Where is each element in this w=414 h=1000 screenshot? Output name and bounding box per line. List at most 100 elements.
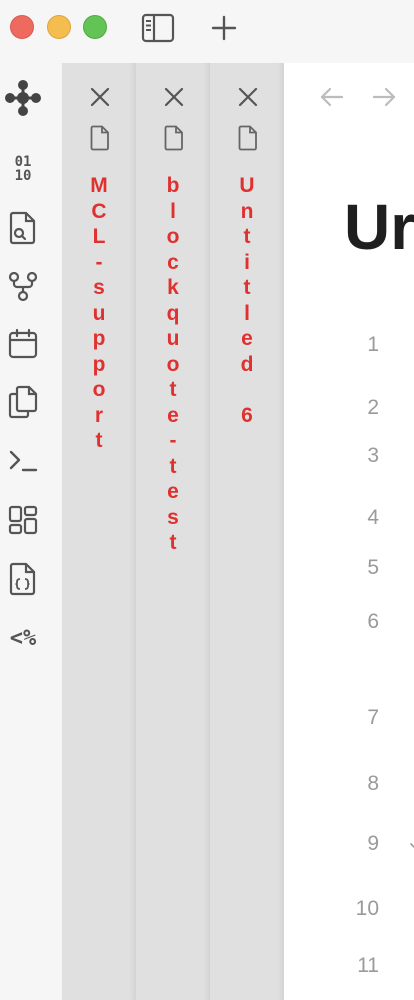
window-minimize-button[interactable] [47, 15, 71, 39]
tab-title-char: n [240, 199, 254, 223]
tab-title-char: t [95, 429, 103, 452]
tab-title-char: - [95, 250, 103, 274]
tab-title-char: r [94, 403, 104, 427]
ribbon-terminal[interactable] [0, 439, 46, 483]
binary-icon: 01 10 [15, 155, 32, 183]
tab-title-char: e [241, 327, 253, 350]
ribbon-binary[interactable]: 01 10 [0, 147, 46, 191]
line-number: 7 [367, 706, 379, 729]
tab-close-button[interactable] [160, 83, 188, 111]
tab-title-char: p [92, 327, 106, 350]
tab-title-char: l [170, 199, 176, 223]
line-number: 8 [367, 772, 379, 795]
dashboard-icon [8, 505, 38, 535]
tab-title-char: C [91, 199, 107, 223]
tab-title: MCL-support [62, 173, 136, 454]
ribbon-search-file[interactable] [0, 206, 46, 250]
tab-close-button[interactable] [234, 83, 262, 111]
tab-title-char: o [166, 352, 180, 376]
line-number: 1 [367, 333, 379, 356]
ribbon-graph-view[interactable] [0, 76, 46, 120]
tab-title-char: p [92, 352, 106, 376]
tab-title-char: c [167, 250, 179, 274]
tab-title-char: 6 [241, 403, 253, 427]
tab-title-char: - [169, 429, 177, 452]
stacked-tab-blockquote-test[interactable]: blockquote-test [136, 63, 210, 1000]
tab-title-char: t [243, 276, 251, 299]
templater-icon: <% [9, 625, 37, 651]
file-icon [238, 125, 257, 151]
stacked-tab-untitled-6[interactable]: Untitled 6 [210, 63, 284, 1000]
ribbon-dashboard[interactable] [0, 498, 46, 542]
editor-pane[interactable]: Ur 1 2 3 4 5 6 7 8 9 10 11 [284, 63, 414, 1000]
line-number: 6 [367, 610, 379, 633]
tab-close-button[interactable] [86, 83, 114, 111]
line-number: 2 [367, 396, 379, 419]
tab-title-char: t [169, 531, 177, 554]
tab-title-char: s [167, 505, 179, 529]
tab-title-char: k [167, 276, 179, 299]
ribbon-sidebar: 01 10 <% [0, 63, 62, 1000]
tab-title-char: e [167, 480, 179, 503]
tab-title-char: t [243, 225, 251, 248]
binary-icon-bottom: 10 [14, 168, 32, 184]
tab-title-char: t [169, 454, 177, 478]
calendar-icon [8, 328, 38, 359]
ribbon-git[interactable] [0, 264, 46, 308]
tab-file-indicator [90, 124, 110, 152]
tab-title-char: u [92, 301, 106, 325]
tab-title-char: t [169, 378, 177, 401]
tab-title-char: l [244, 301, 250, 325]
note-title[interactable]: Ur [344, 195, 414, 259]
terminal-icon [9, 450, 38, 472]
tab-title-char: b [166, 174, 180, 197]
app-window: 01 10 <% M C L - s u p p o r t b l o c k… [0, 0, 414, 1000]
line-number: 9 [367, 832, 379, 855]
binary-icon-top: 01 [14, 154, 32, 170]
tab-title: blockquote-test [136, 173, 210, 556]
ribbon-json-file[interactable] [0, 557, 46, 601]
tab-file-indicator [164, 124, 184, 152]
tab-title-char: U [239, 174, 255, 197]
file-icon [164, 125, 183, 151]
arrow-left-icon [320, 87, 344, 107]
tab-title-char: i [244, 250, 250, 274]
title-bar [0, 0, 414, 63]
file-icon [90, 125, 109, 151]
arrow-right-icon [372, 87, 396, 107]
tab-title-char: L [92, 225, 106, 248]
navigate-forward-button[interactable] [370, 83, 398, 111]
git-fork-icon [8, 271, 38, 302]
copy-files-icon [8, 385, 38, 419]
tab-title-char: o [92, 378, 106, 401]
close-icon [90, 87, 110, 107]
tab-title-char: e [167, 403, 179, 427]
tab-title: Untitled 6 [210, 173, 284, 428]
close-icon [238, 87, 258, 107]
line-number: 11 [357, 954, 379, 977]
file-search-icon [9, 211, 36, 245]
tab-title-char: d [240, 352, 254, 376]
ribbon-copy[interactable] [0, 380, 46, 424]
tab-title-char: u [166, 327, 180, 350]
stacked-tab-mcl-support[interactable]: MCL-support [62, 63, 136, 1000]
sidebar-toggle-button[interactable] [140, 10, 176, 46]
tab-title-char [244, 377, 250, 403]
tab-title-char: s [93, 276, 105, 299]
close-icon [164, 87, 184, 107]
window-zoom-button[interactable] [83, 15, 107, 39]
window-close-button[interactable] [10, 15, 34, 39]
line-number: 5 [367, 556, 379, 579]
sidebar-icon [141, 13, 175, 43]
tab-title-char: q [166, 301, 180, 325]
tab-title-char: o [166, 225, 180, 248]
navigate-back-button[interactable] [318, 83, 346, 111]
tab-file-indicator [238, 124, 258, 152]
ribbon-calendar[interactable] [0, 322, 46, 366]
code-file-icon [9, 562, 36, 596]
graph-nodes-icon [5, 80, 41, 116]
fold-chevron-icon[interactable] [410, 841, 414, 851]
ribbon-templater[interactable]: <% [0, 616, 46, 660]
plus-icon [211, 15, 237, 41]
new-tab-button[interactable] [206, 10, 242, 46]
